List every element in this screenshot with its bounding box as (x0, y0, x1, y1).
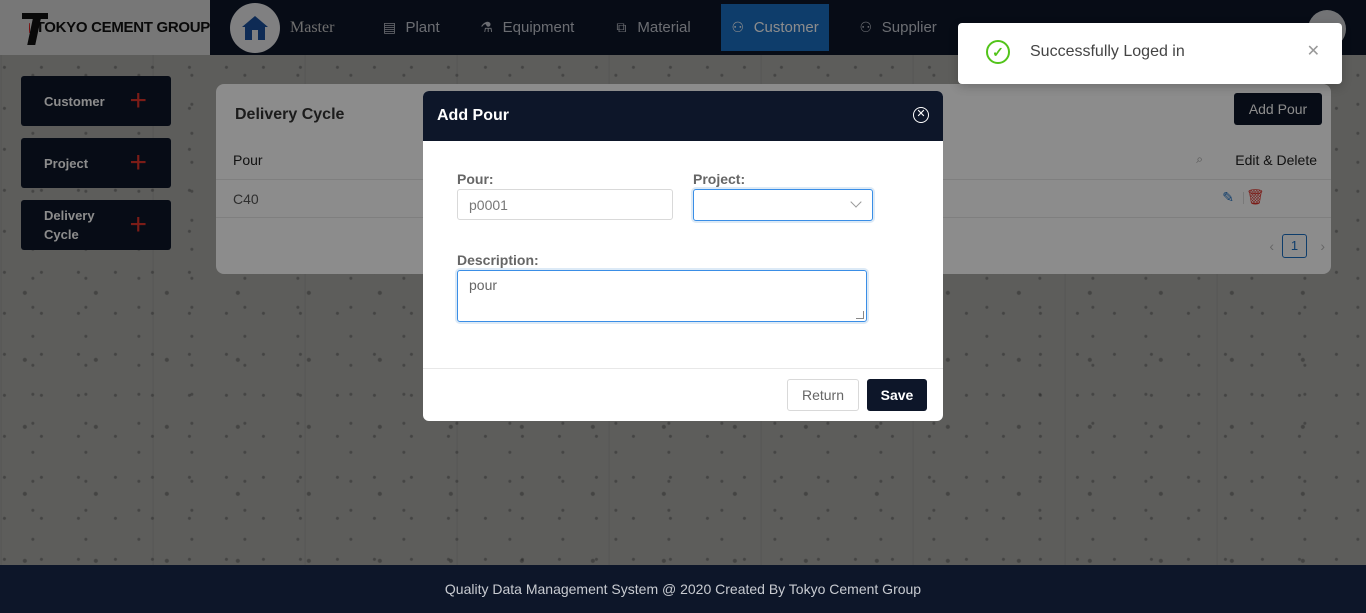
chevron-down-icon (850, 196, 862, 208)
success-toast: ✓ Successfully Loged in ✕ (958, 23, 1342, 84)
save-button[interactable]: Save (867, 379, 927, 411)
return-button[interactable]: Return (787, 379, 859, 411)
description-label: Description: (457, 252, 539, 268)
close-icon[interactable]: ✕ (1307, 41, 1320, 61)
modal-footer-divider (423, 368, 943, 369)
project-select[interactable] (693, 189, 873, 221)
description-textarea[interactable]: pour (457, 270, 867, 322)
modal-title: Add Pour (437, 107, 509, 124)
pour-label: Pour: (457, 171, 494, 187)
project-label: Project: (693, 171, 746, 187)
pour-input[interactable]: p0001 (457, 189, 673, 220)
add-pour-modal: Add Pour ✕ Pour: p0001 Project: Descript… (423, 91, 943, 421)
toast-message: Successfully Loged in (1030, 43, 1185, 60)
footer-text: Quality Data Management System @ 2020 Cr… (444, 581, 922, 597)
footer: Quality Data Management System @ 2020 Cr… (0, 565, 1366, 613)
resize-handle[interactable] (856, 311, 864, 319)
check-circle-icon: ✓ (986, 40, 1010, 64)
description-text: pour (469, 277, 498, 293)
close-icon[interactable]: ✕ (913, 107, 929, 123)
modal-header: Add Pour ✕ (423, 91, 943, 141)
